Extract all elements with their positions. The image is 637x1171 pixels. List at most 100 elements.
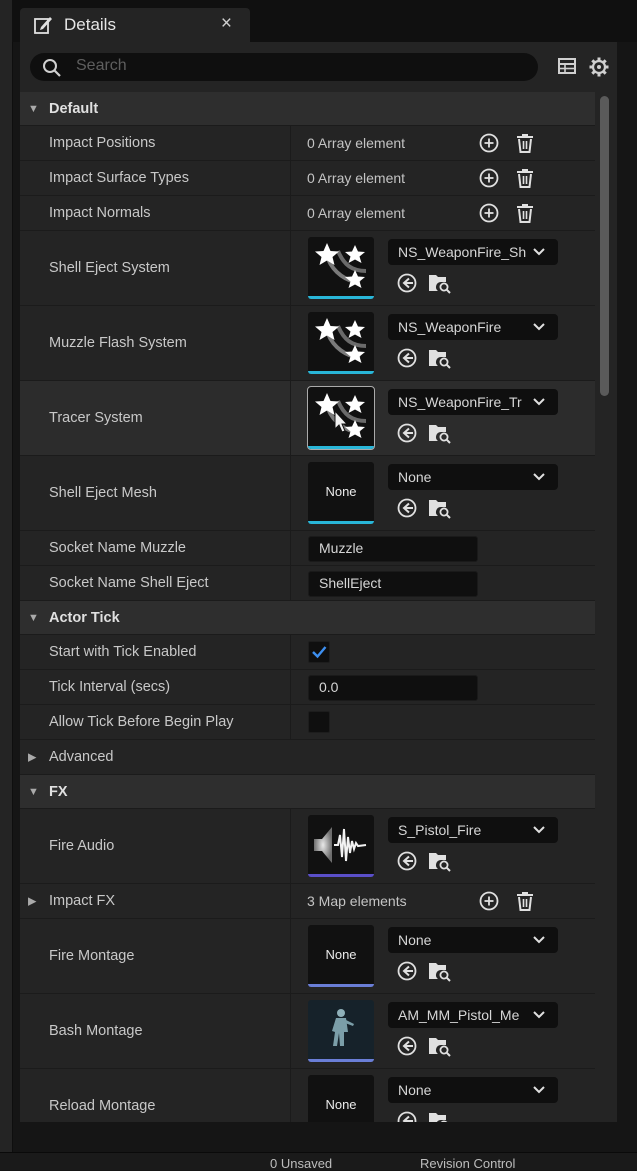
column-divider[interactable] — [290, 566, 291, 600]
vertical-scrollbar[interactable] — [598, 92, 612, 1122]
column-divider[interactable] — [290, 231, 291, 305]
asset-picker-dropdown[interactable]: None — [388, 927, 558, 953]
property-label: Allow Tick Before Begin Play — [49, 714, 234, 730]
trash-icon[interactable] — [514, 890, 536, 912]
row-impact-positions: Impact Positions 0 Array element — [20, 126, 595, 161]
browse-folder-icon[interactable] — [428, 960, 452, 982]
trash-icon[interactable] — [514, 132, 536, 154]
table-view-icon[interactable] — [557, 56, 577, 76]
details-panel: ▼ Default Impact Positions 0 Array eleme… — [20, 42, 617, 1122]
row-tracer-system: Tracer System NS_WeaponFire_Tr — [20, 381, 595, 456]
field-value: ShellEject — [319, 575, 382, 591]
pencil-icon — [32, 14, 54, 36]
browse-folder-icon[interactable] — [428, 272, 452, 294]
search-input[interactable] — [76, 55, 516, 77]
asset-thumbnail[interactable] — [307, 386, 375, 450]
asset-thumbnail[interactable] — [308, 815, 374, 877]
column-divider[interactable] — [290, 884, 291, 918]
trash-icon[interactable] — [514, 167, 536, 189]
chevron-down-icon — [533, 1011, 545, 1019]
column-divider[interactable] — [290, 994, 291, 1068]
row-impact-fx: ▶ Impact FX 3 Map elements — [20, 884, 595, 919]
asset-type-bar — [308, 984, 374, 987]
column-divider[interactable] — [290, 196, 291, 230]
add-element-icon[interactable] — [478, 132, 500, 154]
collapsed-arrow-icon[interactable]: ▶ — [28, 895, 36, 908]
add-element-icon[interactable] — [478, 167, 500, 189]
asset-name: None — [398, 932, 432, 948]
asset-actions — [396, 960, 456, 982]
category-label: Default — [49, 100, 99, 117]
gear-icon[interactable] — [588, 56, 610, 78]
asset-thumbnail[interactable] — [308, 312, 374, 374]
add-element-icon[interactable] — [478, 890, 500, 912]
column-divider[interactable] — [290, 670, 291, 704]
use-selected-icon[interactable] — [396, 1035, 418, 1057]
scrollbar-thumb[interactable] — [600, 96, 609, 396]
socket-name-muzzle-field[interactable]: Muzzle — [308, 536, 478, 562]
use-selected-icon[interactable] — [396, 422, 418, 444]
column-divider[interactable] — [290, 1069, 291, 1122]
browse-folder-icon[interactable] — [428, 1110, 452, 1122]
property-label: Fire Montage — [49, 948, 135, 964]
row-socket-name-shell-eject: Socket Name Shell Eject ShellEject — [20, 566, 595, 601]
browse-folder-icon[interactable] — [428, 1035, 452, 1057]
browse-folder-icon[interactable] — [428, 850, 452, 872]
asset-picker-dropdown[interactable]: NS_WeaponFire — [388, 314, 558, 340]
asset-picker-dropdown[interactable]: None — [388, 464, 558, 490]
use-selected-icon[interactable] — [396, 347, 418, 369]
start-with-tick-checkbox[interactable] — [308, 641, 330, 663]
array-count: 0 Array element — [307, 205, 406, 221]
asset-thumbnail[interactable]: None — [308, 1075, 374, 1122]
use-selected-icon[interactable] — [396, 1110, 418, 1122]
column-divider[interactable] — [290, 705, 291, 739]
asset-thumbnail[interactable] — [308, 1000, 374, 1062]
details-tab[interactable]: Details × — [20, 8, 250, 42]
trash-icon[interactable] — [514, 202, 536, 224]
asset-picker-dropdown[interactable]: AM_MM_Pistol_Me — [388, 1002, 558, 1028]
row-advanced[interactable]: ▶ Advanced — [20, 740, 595, 775]
asset-picker-dropdown[interactable]: NS_WeaponFire_Tr — [388, 389, 558, 415]
asset-type-bar — [308, 874, 374, 877]
column-divider[interactable] — [290, 531, 291, 565]
property-label: Tick Interval (secs) — [49, 679, 171, 695]
search-bar[interactable] — [30, 53, 538, 81]
category-fx[interactable]: ▼ FX — [20, 775, 595, 809]
column-divider[interactable] — [290, 456, 291, 530]
asset-thumbnail[interactable]: None — [308, 925, 374, 987]
column-divider[interactable] — [290, 161, 291, 195]
browse-folder-icon[interactable] — [428, 497, 452, 519]
property-label: Impact Surface Types — [49, 170, 189, 186]
category-actor-tick[interactable]: ▼ Actor Tick — [20, 601, 595, 635]
socket-name-shell-eject-field[interactable]: ShellEject — [308, 571, 478, 597]
column-divider[interactable] — [290, 809, 291, 883]
thumbnail-none-label: None — [325, 1097, 357, 1112]
asset-picker-dropdown[interactable]: S_Pistol_Fire — [388, 817, 558, 843]
asset-thumbnail[interactable]: None — [308, 462, 374, 524]
column-divider[interactable] — [290, 126, 291, 160]
category-default[interactable]: ▼ Default — [20, 92, 595, 126]
column-divider[interactable] — [290, 306, 291, 380]
use-selected-icon[interactable] — [396, 850, 418, 872]
asset-actions — [396, 850, 456, 872]
use-selected-icon[interactable] — [396, 497, 418, 519]
add-element-icon[interactable] — [478, 202, 500, 224]
row-fire-audio: Fire Audio S_Pistol_Fire — [20, 809, 595, 884]
column-divider[interactable] — [290, 919, 291, 993]
use-selected-icon[interactable] — [396, 272, 418, 294]
allow-tick-before-begin-play-checkbox[interactable] — [308, 711, 330, 733]
asset-picker-dropdown[interactable]: NS_WeaponFire_Sh — [388, 239, 558, 265]
tick-interval-field[interactable]: 0.0 — [308, 675, 478, 701]
asset-picker-dropdown[interactable]: None — [388, 1077, 558, 1103]
column-divider[interactable] — [290, 635, 291, 669]
niagara-system-icon — [315, 318, 367, 363]
close-icon[interactable]: × — [221, 13, 232, 35]
character-preview-icon — [332, 1009, 354, 1046]
browse-folder-icon[interactable] — [428, 422, 452, 444]
browse-folder-icon[interactable] — [428, 347, 452, 369]
asset-thumbnail[interactable] — [308, 237, 374, 299]
use-selected-icon[interactable] — [396, 960, 418, 982]
property-label: Shell Eject System — [49, 260, 170, 276]
column-divider[interactable] — [290, 381, 291, 455]
status-bar: 0 Unsaved Revision Control — [0, 1152, 637, 1171]
